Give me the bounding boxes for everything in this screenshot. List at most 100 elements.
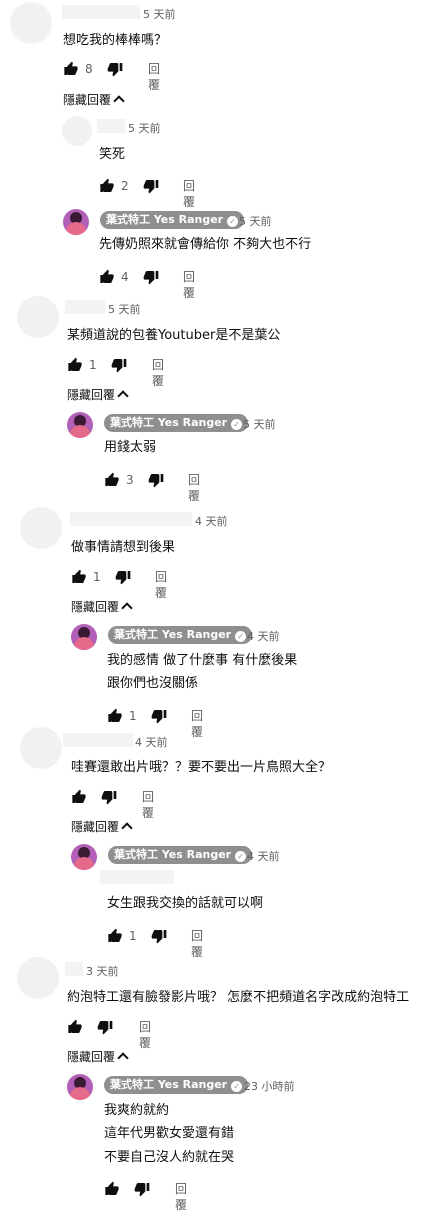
chevron-up-icon [113,95,125,107]
channel-owner-badge[interactable]: 葉式特工 Yes Ranger ✓ [108,846,253,864]
hide-replies-button[interactable]: 隱藏回覆 [71,598,133,615]
like-count: 1 [129,709,137,723]
reply-timestamp[interactable]: 4 天前 [247,848,280,864]
chevron-up-icon [121,602,133,614]
channel-owner-badge[interactable]: 葉式特工 Yes Ranger ✓ [100,211,245,229]
reply-button[interactable]: 回覆 [155,569,167,601]
hide-replies-button[interactable]: 隱藏回覆 [71,818,133,835]
like-count: 1 [89,358,97,372]
hide-replies-button[interactable]: 隱藏回覆 [67,1048,129,1065]
chevron-up-icon [117,390,129,402]
like-icon[interactable] [67,357,83,373]
reply-button[interactable]: 回覆 [152,357,164,389]
verified-check-icon: ✓ [235,851,247,862]
reply-button[interactable]: 回覆 [183,269,195,301]
reply-text: 跟你們也沒關係 [107,676,199,691]
like-icon[interactable] [67,1019,83,1035]
reply-timestamp[interactable]: 4 天前 [247,628,280,644]
avatar[interactable] [20,507,62,549]
comment-timestamp[interactable]: 4 天前 [135,734,168,750]
hide-replies-button[interactable]: 隱藏回覆 [63,91,125,108]
verified-check-icon: ✓ [231,419,243,430]
like-icon[interactable] [71,789,87,805]
channel-avatar[interactable] [71,844,97,870]
reply-button[interactable]: 回覆 [183,178,195,210]
dislike-icon[interactable] [111,357,127,373]
channel-avatar[interactable] [67,412,93,438]
avatar[interactable] [62,116,92,146]
reply-button[interactable]: 回覆 [148,61,160,93]
channel-avatar[interactable] [67,1074,93,1100]
reply-button[interactable]: 回覆 [191,708,203,740]
hide-replies-button[interactable]: 隱藏回覆 [67,386,129,403]
dislike-icon[interactable] [151,708,167,724]
reply-timestamp[interactable]: 5 天前 [128,120,161,136]
like-icon[interactable] [71,569,87,585]
reply-text: 不要自己沒人約就在哭 [104,1150,235,1165]
comment-text: 做事情請想到後果 [71,540,176,555]
like-count: 3 [126,473,134,487]
channel-owner-badge[interactable]: 葉式特工 Yes Ranger ✓ [104,1076,249,1094]
like-count: 1 [129,929,137,943]
avatar[interactable] [17,296,59,338]
reply-text: 先傳奶照來就會傳給你 不夠大也不行 [99,237,312,252]
reply-timestamp[interactable]: 23 小時前 [244,1078,295,1094]
reply-text: 我的感情 做了什麼事 有什麼後果 [107,653,298,668]
comment-text: 某頻道說的包養Youtuber是不是葉公 [67,328,281,343]
verified-check-icon: ✓ [227,216,239,227]
like-icon[interactable] [107,928,123,944]
comment-text: 想吃我的棒棒嗎？ [63,33,168,48]
comment-timestamp[interactable]: 3 天前 [86,963,119,979]
dislike-icon[interactable] [101,789,117,805]
like-icon[interactable] [104,472,120,488]
chevron-up-icon [121,822,133,834]
reply-text: 笑死 [99,147,126,162]
comment-timestamp[interactable]: 5 天前 [108,301,141,317]
channel-owner-badge[interactable]: 葉式特工 Yes Ranger ✓ [104,414,249,432]
like-icon[interactable] [107,708,123,724]
author-name-redacted[interactable] [62,5,140,19]
channel-owner-badge[interactable]: 葉式特工 Yes Ranger ✓ [108,626,253,644]
like-icon[interactable] [63,61,79,77]
avatar[interactable] [10,2,52,44]
like-icon[interactable] [104,1181,120,1197]
reply-timestamp[interactable]: 5 天前 [243,416,276,432]
author-name-redacted[interactable] [65,962,83,976]
avatar[interactable] [20,727,62,769]
like-count: 4 [121,270,129,284]
dislike-icon[interactable] [107,61,123,77]
dislike-icon[interactable] [151,928,167,944]
like-icon[interactable] [99,269,115,285]
reply-button[interactable]: 回覆 [142,789,154,821]
reply-timestamp[interactable]: 5 天前 [239,213,272,229]
dislike-icon[interactable] [143,178,159,194]
comment-timestamp[interactable]: 5 天前 [143,6,176,22]
comment-text: 約泡特工還有臉發影片哦？ 怎麼不把頻道名字改成約泡特工 [67,990,410,1005]
redacted-mention [100,870,174,884]
dislike-icon[interactable] [97,1019,113,1035]
channel-avatar[interactable] [63,209,89,235]
chevron-up-icon [117,1052,129,1064]
dislike-icon[interactable] [115,569,131,585]
verified-check-icon: ✓ [235,631,247,642]
reply-text: 我爽約就約 [104,1103,170,1118]
author-name-redacted[interactable] [70,512,192,526]
comment-text: 哇賽還敢出片哦？？要不要出一片鳥照大全？ [71,760,332,775]
avatar[interactable] [17,957,59,999]
comment-timestamp[interactable]: 4 天前 [195,513,228,529]
channel-avatar[interactable] [71,624,97,650]
author-name-redacted[interactable] [65,300,105,314]
reply-text: 用錢太弱 [104,440,157,455]
author-name-redacted[interactable] [97,119,125,133]
dislike-icon[interactable] [134,1181,150,1197]
reply-text: 這年代男歡女愛還有錯 [104,1126,235,1141]
dislike-icon[interactable] [148,472,164,488]
like-count: 8 [85,62,93,76]
reply-button[interactable]: 回覆 [175,1181,187,1213]
dislike-icon[interactable] [143,269,159,285]
author-name-redacted[interactable] [63,733,133,747]
reply-button[interactable]: 回覆 [139,1019,151,1051]
reply-button[interactable]: 回覆 [191,928,203,960]
reply-button[interactable]: 回覆 [188,472,200,504]
like-icon[interactable] [99,178,115,194]
